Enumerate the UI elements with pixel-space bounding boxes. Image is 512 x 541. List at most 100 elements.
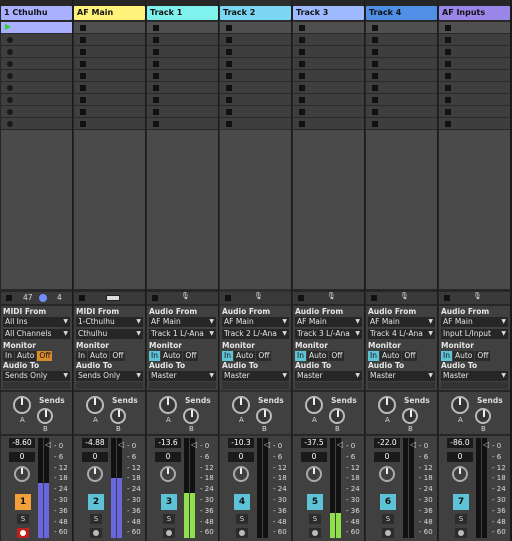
empty-clip-area[interactable] [220, 130, 291, 289]
stop-icon[interactable] [80, 109, 86, 115]
stop-icon[interactable] [153, 37, 159, 43]
record-slot-icon[interactable] [7, 109, 13, 115]
input-channel-dropdown[interactable]: Input L/Input ▼ [441, 329, 508, 339]
monitor-off-button[interactable]: Off [37, 351, 53, 361]
fader-handle-icon[interactable]: ◁ [118, 440, 124, 449]
clip-slot[interactable] [293, 117, 364, 129]
stop-icon[interactable] [372, 61, 378, 67]
pan-field[interactable]: 0 [447, 452, 473, 462]
arm-button[interactable] [455, 528, 467, 538]
clip-slot[interactable] [366, 57, 437, 69]
clip-slot[interactable] [74, 105, 145, 117]
stop-icon[interactable] [299, 37, 305, 43]
clip-slot[interactable] [366, 33, 437, 45]
stop-icon[interactable] [80, 37, 86, 43]
arm-button[interactable] [17, 528, 29, 538]
stop-icon[interactable] [153, 61, 159, 67]
input-type-dropdown[interactable]: AF Main ▼ [441, 317, 508, 327]
stop-icon[interactable] [445, 121, 451, 127]
monitor-in-button[interactable]: In [441, 351, 452, 361]
solo-button[interactable]: S [163, 514, 175, 524]
input-channel-dropdown[interactable]: Track 3 L/-Ana ▼ [295, 329, 362, 339]
clip-slot[interactable] [147, 33, 218, 45]
send-a-knob[interactable] [13, 396, 31, 414]
clip-slot[interactable] [147, 69, 218, 81]
input-type-dropdown[interactable]: AF Main ▼ [149, 317, 216, 327]
volume-field[interactable]: -86.0 [447, 438, 473, 448]
stop-icon[interactable] [299, 97, 305, 103]
stop-icon[interactable] [299, 73, 305, 79]
audio-to-dropdown[interactable]: Master ▼ [295, 371, 362, 381]
track-activator-button[interactable]: 6 [380, 494, 396, 510]
empty-clip-area[interactable] [439, 130, 510, 289]
stop-icon[interactable] [299, 109, 305, 115]
send-b-knob[interactable] [475, 408, 491, 424]
clip-slot[interactable] [439, 105, 510, 117]
clip-slot[interactable] [1, 117, 72, 129]
clip-slot[interactable] [439, 93, 510, 105]
volume-field[interactable]: -4.88 [82, 438, 108, 448]
clip-slot[interactable] [293, 57, 364, 69]
clip-slot[interactable] [439, 45, 510, 57]
monitor-in-button[interactable]: In [149, 351, 160, 361]
stop-icon[interactable] [80, 85, 86, 91]
monitor-auto-button[interactable]: Auto [14, 351, 37, 361]
send-b-knob[interactable] [37, 408, 53, 424]
pan-knob[interactable] [160, 466, 176, 482]
audio-to-dropdown[interactable]: Master ▼ [368, 371, 435, 381]
pan-knob[interactable] [87, 466, 103, 482]
empty-clip-area[interactable] [74, 130, 145, 289]
clip-slot[interactable] [220, 105, 291, 117]
stop-icon[interactable] [372, 85, 378, 91]
clip-slot[interactable] [293, 45, 364, 57]
clip-slot[interactable] [147, 81, 218, 93]
stop-icon[interactable] [153, 85, 159, 91]
play-icon[interactable]: ▶ [5, 22, 11, 31]
track-title[interactable]: AF Main [74, 6, 145, 20]
input-type-dropdown[interactable]: AF Main ▼ [222, 317, 289, 327]
send-b-knob[interactable] [256, 408, 272, 424]
track-activator-button[interactable]: 5 [307, 494, 323, 510]
pan-knob[interactable] [379, 466, 395, 482]
clip-slot[interactable] [74, 21, 145, 33]
stop-icon[interactable] [445, 85, 451, 91]
fader-handle-icon[interactable]: ◁ [191, 440, 197, 449]
stop-icon[interactable] [153, 109, 159, 115]
stop-icon[interactable] [226, 121, 232, 127]
send-a-knob[interactable] [451, 396, 469, 414]
audio-to-channel-dropdown[interactable] [76, 382, 143, 389]
clip-slot[interactable] [366, 21, 437, 33]
monitor-off-button[interactable]: Off [402, 351, 418, 361]
arm-button[interactable] [309, 528, 321, 538]
monitor-off-button[interactable]: Off [183, 351, 199, 361]
volume-field[interactable]: -13.6 [155, 438, 181, 448]
pan-field[interactable]: 0 [374, 452, 400, 462]
clip-slot[interactable] [1, 45, 72, 57]
arm-button[interactable] [90, 528, 102, 538]
stop-icon[interactable] [445, 61, 451, 67]
solo-button[interactable]: S [236, 514, 248, 524]
stop-icon[interactable] [445, 97, 451, 103]
empty-clip-area[interactable] [1, 130, 72, 289]
clip-slot[interactable] [220, 93, 291, 105]
monitor-in-button[interactable]: In [3, 351, 14, 361]
stop-all-icon[interactable] [152, 295, 158, 301]
stop-icon[interactable] [299, 25, 305, 31]
input-channel-dropdown[interactable]: Track 1 L/-Ana ▼ [149, 329, 216, 339]
clip-slot[interactable] [366, 81, 437, 93]
audio-to-dropdown[interactable]: Sends Only ▼ [3, 371, 70, 381]
clip-slot[interactable] [366, 105, 437, 117]
solo-button[interactable]: S [455, 514, 467, 524]
audio-to-dropdown[interactable]: Master ▼ [149, 371, 216, 381]
input-channel-dropdown[interactable]: All Channels ▼ [3, 329, 70, 339]
clip-slot[interactable] [74, 81, 145, 93]
clip-slot[interactable] [439, 117, 510, 129]
clip-slot[interactable] [74, 117, 145, 129]
clip-slot[interactable] [366, 69, 437, 81]
record-slot-icon[interactable] [7, 85, 13, 91]
send-a-knob[interactable] [232, 396, 250, 414]
volume-field[interactable]: -10.3 [228, 438, 254, 448]
pan-knob[interactable] [452, 466, 468, 482]
volume-field[interactable]: -37.5 [301, 438, 327, 448]
monitor-in-button[interactable]: In [76, 351, 87, 361]
